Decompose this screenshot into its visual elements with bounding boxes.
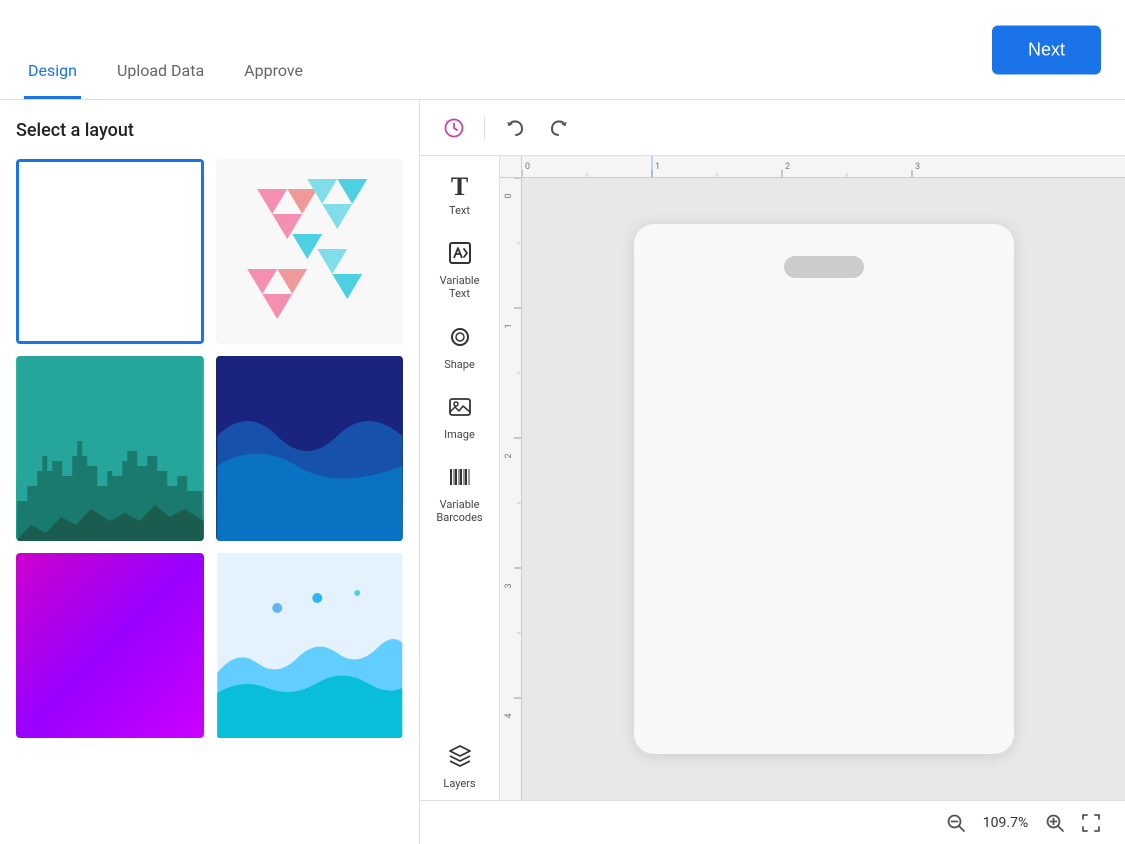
- tool-text[interactable]: T Text: [424, 164, 496, 227]
- tool-layers[interactable]: Layers: [424, 734, 496, 800]
- svg-text:0: 0: [504, 193, 514, 198]
- layout-item-navy[interactable]: [216, 356, 404, 541]
- barcodes-icon: [448, 465, 472, 494]
- svg-text:1: 1: [655, 162, 660, 172]
- tool-layers-label: Layers: [443, 777, 475, 790]
- svg-text:3: 3: [915, 162, 920, 172]
- side-tools: T Text VariableText: [420, 156, 500, 800]
- zoom-out-button[interactable]: [942, 809, 970, 837]
- tool-text-label: Text: [449, 204, 470, 217]
- tool-variable-barcodes[interactable]: VariableBarcodes: [424, 455, 496, 534]
- tab-upload-data[interactable]: Upload Data: [113, 0, 208, 99]
- badge-slot: [784, 256, 864, 278]
- redo-icon: [548, 117, 570, 139]
- layout-item-purple[interactable]: [16, 553, 204, 738]
- layout-item-triangles[interactable]: [216, 159, 404, 344]
- zoom-out-icon: [946, 813, 966, 833]
- canvas-inner[interactable]: [522, 178, 1125, 800]
- main-content: Select a layout: [0, 100, 1125, 844]
- tool-variable-text-label: VariableText: [440, 274, 480, 300]
- ruler-vertical: 0 1 2 3 4: [500, 178, 522, 800]
- tab-approve[interactable]: Approve: [240, 0, 307, 99]
- tool-shape-label: Shape: [444, 358, 475, 371]
- layout-item-teal[interactable]: [16, 356, 204, 541]
- svg-text:4: 4: [504, 713, 514, 718]
- badge-card[interactable]: [634, 224, 1014, 754]
- canvas-container: T Text VariableText: [420, 156, 1125, 800]
- svg-text:0: 0: [525, 162, 530, 172]
- ruler-corner: [500, 156, 522, 178]
- tool-shape[interactable]: Shape: [424, 315, 496, 381]
- next-button[interactable]: Next: [992, 25, 1101, 74]
- tool-image[interactable]: Image: [424, 385, 496, 451]
- tool-image-label: Image: [444, 428, 475, 441]
- header: Design Upload Data Approve Next: [0, 0, 1125, 100]
- redo-button[interactable]: [541, 110, 577, 146]
- canvas-workspace[interactable]: 0 1 2 3: [500, 156, 1125, 800]
- zoom-level: 109.7%: [978, 815, 1033, 831]
- left-panel: Select a layout: [0, 100, 420, 844]
- layout-item-blank[interactable]: [16, 159, 204, 344]
- layers-icon: [448, 744, 472, 773]
- variable-text-icon: [448, 241, 472, 270]
- svg-text:3: 3: [504, 583, 514, 588]
- bottom-bar: 109.7%: [420, 800, 1125, 844]
- shape-icon: [448, 325, 472, 354]
- right-panel: T Text VariableText: [420, 100, 1125, 844]
- panel-title: Select a layout: [16, 120, 403, 141]
- nav-tabs: Design Upload Data Approve: [24, 0, 307, 99]
- undo-button[interactable]: [497, 110, 533, 146]
- zoom-in-icon: [1045, 813, 1065, 833]
- toolbar: [420, 100, 1125, 156]
- layout-item-wave[interactable]: [216, 553, 404, 738]
- layout-grid: [16, 159, 403, 738]
- fullscreen-button[interactable]: [1077, 809, 1105, 837]
- tool-barcodes-label: VariableBarcodes: [436, 498, 482, 524]
- svg-text:2: 2: [785, 162, 790, 172]
- ruler-horizontal: 0 1 2 3: [522, 156, 1125, 178]
- text-icon: T: [451, 174, 468, 200]
- tab-design[interactable]: Design: [24, 0, 81, 99]
- tool-variable-text[interactable]: VariableText: [424, 231, 496, 310]
- history-icon: [443, 117, 465, 139]
- toolbar-divider: [484, 116, 485, 140]
- undo-icon: [504, 117, 526, 139]
- svg-text:2: 2: [504, 453, 514, 458]
- history-button[interactable]: [436, 110, 472, 146]
- svg-text:1: 1: [504, 323, 514, 328]
- zoom-in-button[interactable]: [1041, 809, 1069, 837]
- fullscreen-icon: [1081, 813, 1101, 833]
- image-icon: [448, 395, 472, 424]
